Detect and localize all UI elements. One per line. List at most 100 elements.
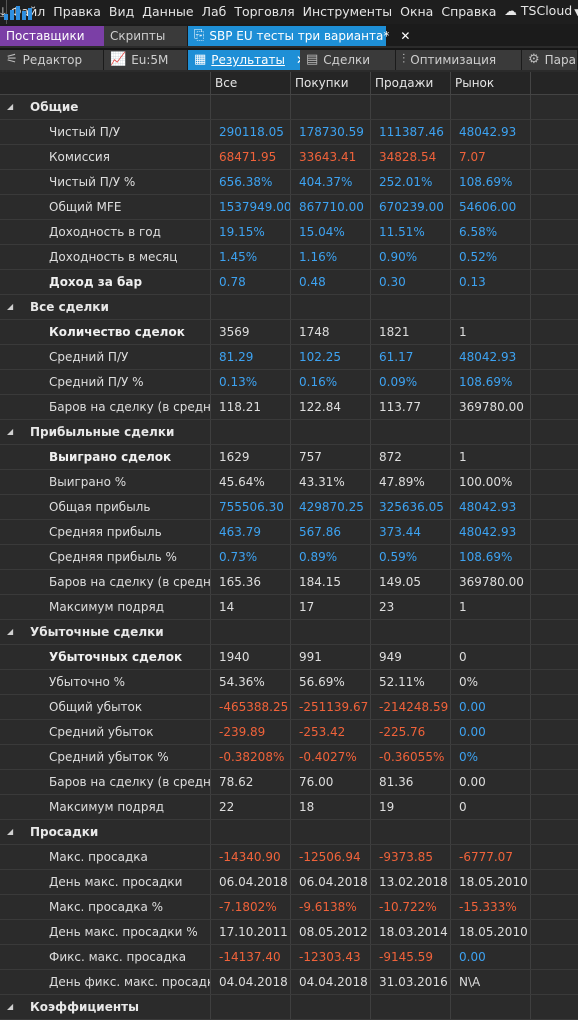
metric-label: Средний П/У	[0, 345, 211, 369]
cell-empty	[531, 845, 578, 869]
column-header-all[interactable]: Все	[211, 72, 291, 94]
cell-buys: 0.89%	[291, 545, 371, 569]
table-row: Фикс. макс. просадка -14137.40 -12303.43 -9…	[0, 945, 578, 970]
metric-label: Доходность в месяц	[0, 245, 211, 269]
menu-edit[interactable]: Правка	[49, 0, 105, 24]
menu-tools[interactable]: Инструменты	[299, 0, 396, 24]
collapse-triangle-icon[interactable]: ◢	[7, 295, 13, 319]
cell-sells: 0.30	[371, 270, 451, 294]
cell-empty	[531, 320, 578, 344]
menu-windows[interactable]: Окна	[396, 0, 437, 24]
cell-market: 1	[451, 595, 531, 619]
cell-all: 22	[211, 795, 291, 819]
collapse-triangle-icon[interactable]: ◢	[7, 95, 13, 119]
cell-buys: -12506.94	[291, 845, 371, 869]
table-row: Убыточных сделок 1940 991 949 0	[0, 645, 578, 670]
tscloud-menu[interactable]: ☁ TSCloud ▼	[500, 0, 578, 25]
cell-all: 19.15%	[211, 220, 291, 244]
cell-all: 1537949.00	[211, 195, 291, 219]
cell-buys: 184.15	[291, 570, 371, 594]
metric-label: Убыточно %	[0, 670, 211, 694]
cell-empty	[531, 945, 578, 969]
menu-lab[interactable]: Лаб	[198, 0, 231, 24]
menu-trading[interactable]: Торговля	[230, 0, 298, 24]
cell-buys	[291, 995, 371, 1019]
tab-strategy-tests[interactable]: ⎘ SBP EU тесты три варианта* ✕	[188, 26, 410, 46]
cell-empty	[531, 195, 578, 219]
document-icon: ⎘	[194, 28, 205, 43]
cell-sells: -214248.59	[371, 695, 451, 719]
cell-all: 463.79	[211, 520, 291, 544]
cell-market: -6777.07	[451, 845, 531, 869]
metric-label: Доходность в год	[0, 220, 211, 244]
cell-market	[451, 420, 531, 444]
cell-market: 0	[451, 795, 531, 819]
cell-all: 656.38%	[211, 170, 291, 194]
collapse-triangle-icon[interactable]: ◢	[7, 620, 13, 644]
tab-providers[interactable]: Поставщики	[0, 26, 104, 46]
cell-empty	[531, 395, 578, 419]
menu-help[interactable]: Справка	[437, 0, 500, 24]
tab-chart-eu5m[interactable]: 📈 Eu:5M	[104, 50, 188, 70]
cell-empty	[531, 570, 578, 594]
group-row[interactable]: ◢ Общие	[0, 95, 578, 120]
table-row: Средний убыток % -0.38208% -0.4027% -0.3605…	[0, 745, 578, 770]
cell-sells: 670239.00	[371, 195, 451, 219]
tab-scripts[interactable]: Скрипты	[104, 26, 188, 46]
metric-label: Макс. просадка %	[0, 895, 211, 919]
group-row[interactable]: ◢ Все сделки	[0, 295, 578, 320]
table-row: День макс. просадки % 17.10.2011 08.05.201…	[0, 920, 578, 945]
tab-optimization[interactable]: ⫶ Оптимизация	[396, 50, 522, 70]
cell-buys: 08.05.2012	[291, 920, 371, 944]
table-row: Средняя прибыль % 0.73% 0.89% 0.59% 108.69%	[0, 545, 578, 570]
group-row[interactable]: ◢ Коэффициенты	[0, 995, 578, 1020]
close-icon[interactable]: ✕	[400, 26, 410, 46]
menu-data[interactable]: Данные	[138, 0, 197, 24]
cell-all: 3569	[211, 320, 291, 344]
table-row: Доходность в месяц 1.45% 1.16% 0.90% 0.52%	[0, 245, 578, 270]
column-header-buys[interactable]: Покупки	[291, 72, 371, 94]
cell-buys: 56.69%	[291, 670, 371, 694]
group-row[interactable]: ◢ Прибыльные сделки	[0, 420, 578, 445]
cell-buys: -12303.43	[291, 945, 371, 969]
cell-all: 68471.95	[211, 145, 291, 169]
download-icon[interactable]: ⤓	[0, 0, 7, 24]
cell-empty	[531, 745, 578, 769]
metric-label: Общая прибыль	[0, 495, 211, 519]
group-row[interactable]: ◢ Убыточные сделки	[0, 620, 578, 645]
group-label: ◢ Убыточные сделки	[0, 620, 211, 644]
cell-market: -15.333%	[451, 895, 531, 919]
cell-all	[211, 995, 291, 1019]
table-row: Баров на сделку (в среднем)78.6276.0081.…	[0, 770, 578, 795]
cell-all: 78.62	[211, 770, 291, 794]
cell-sells: -225.76	[371, 720, 451, 744]
metric-label: Общий MFE	[0, 195, 211, 219]
tab-results[interactable]: ▦Результаты✕	[188, 50, 306, 70]
cell-all	[211, 420, 291, 444]
table-row: Максимум подряд 22 18 19 0	[0, 795, 578, 820]
tab-trades[interactable]: ▤ Сделки	[300, 50, 396, 70]
menu-view[interactable]: Вид	[105, 0, 138, 24]
tab-editor[interactable]: ⚟ Редактор	[0, 50, 104, 70]
cell-market: 6.58%	[451, 220, 531, 244]
metric-label: Макс. просадка	[0, 845, 211, 869]
column-header-metric[interactable]	[0, 72, 211, 94]
collapse-triangle-icon[interactable]: ◢	[7, 420, 13, 444]
results-table: ◢ Общие Чистый П/У 290118.05 178730.59 111387…	[0, 95, 578, 1020]
collapse-triangle-icon[interactable]: ◢	[7, 995, 13, 1019]
cell-all: 0.73%	[211, 545, 291, 569]
tab-parameters[interactable]: ⚙ Пара	[522, 50, 578, 70]
cell-empty	[531, 370, 578, 394]
metric-label: Максимум подряд	[0, 795, 211, 819]
column-header-market[interactable]: Рынок	[451, 72, 531, 94]
cell-sells: 18.03.2014	[371, 920, 451, 944]
collapse-triangle-icon[interactable]: ◢	[7, 820, 13, 844]
cell-all: -7.1802%	[211, 895, 291, 919]
cell-empty	[531, 720, 578, 744]
group-row[interactable]: ◢ Просадки	[0, 820, 578, 845]
cell-sells: 81.36	[371, 770, 451, 794]
cell-all: 06.04.2018	[211, 870, 291, 894]
cell-market: 7.07	[451, 145, 531, 169]
cell-sells: 113.77	[371, 395, 451, 419]
column-header-sells[interactable]: Продажи	[371, 72, 451, 94]
